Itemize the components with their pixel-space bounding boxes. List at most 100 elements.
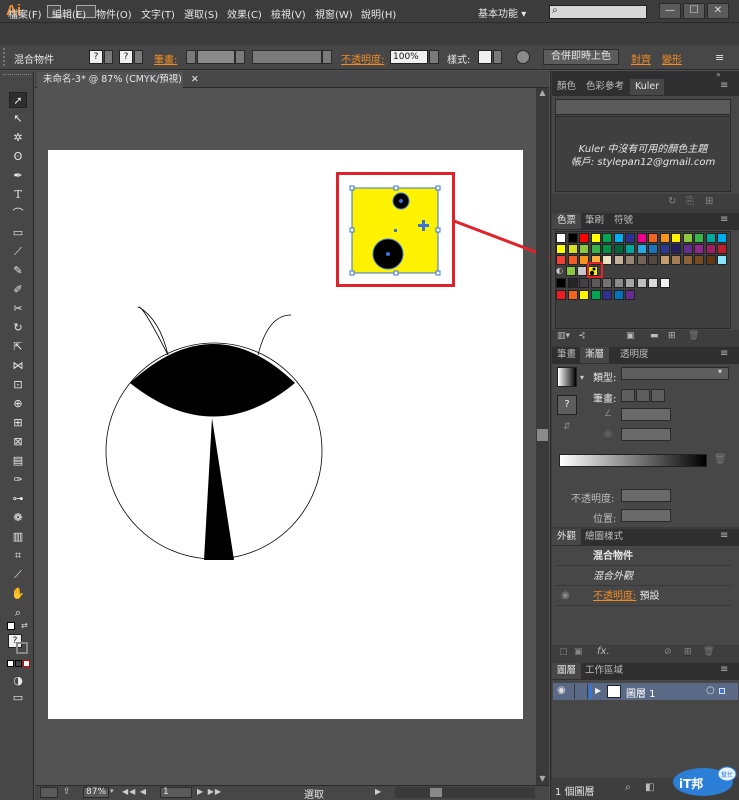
workspace-switcher[interactable]: 基本功能 ▾ [478, 5, 526, 20]
stroke-dropdown[interactable] [134, 50, 143, 64]
swatch-row2-1[interactable] [567, 244, 578, 254]
perspective-grid-tool-icon[interactable]: ⊞ [9, 415, 27, 431]
swatch-row5-4[interactable] [602, 278, 612, 288]
kuler-link-icon[interactable]: ⎘ [686, 196, 694, 207]
delete-stop-icon[interactable]: 🗑 [714, 454, 727, 465]
swatch-row1-10[interactable] [671, 233, 681, 243]
free-transform-tool-icon[interactable]: ⊡ [9, 377, 27, 393]
new-color-group-icon[interactable]: ▬ [650, 331, 659, 341]
tab-brushes[interactable]: 筆刷 [580, 213, 609, 229]
swatch-row2-14[interactable] [717, 244, 727, 254]
clear-appearance-icon[interactable]: ⊘ [664, 647, 672, 657]
make-clipping-mask-icon[interactable]: ◧ [645, 782, 654, 793]
hand-tool-icon[interactable]: ✋ [9, 586, 27, 602]
swatch-row3-9[interactable] [659, 255, 670, 265]
tab-transparency[interactable]: 透明度 [615, 347, 654, 363]
stroke-label[interactable]: 筆畫: [154, 51, 177, 66]
opacity-label[interactable]: 不透明度: [341, 51, 384, 66]
zoom-tool-icon[interactable]: ⌕ [9, 605, 27, 621]
swatch-row3-0[interactable] [556, 255, 566, 265]
swatch-row5-6[interactable] [625, 278, 635, 288]
swatch-row2-2[interactable] [579, 244, 589, 254]
menu-edit[interactable]: 編輯(E) [52, 6, 86, 21]
visibility-eye-icon[interactable]: ◉ [561, 590, 570, 601]
swatch-row5-3[interactable] [590, 278, 601, 288]
line-segment-tool-icon[interactable]: ⌒ [9, 206, 27, 222]
opacity-dropdown[interactable] [429, 50, 439, 64]
layer-selection-indicator[interactable] [719, 688, 725, 694]
delete-swatch-icon[interactable]: 🗑 [688, 331, 699, 341]
swatch-row1-3[interactable] [590, 233, 601, 243]
tab-close-icon[interactable]: ✕ [191, 74, 199, 85]
swatch-row2-13[interactable] [705, 244, 716, 254]
swatch-row5-2[interactable] [579, 278, 589, 288]
scroll-down-icon[interactable]: ▼ [537, 774, 548, 784]
swatch-row3-7[interactable] [636, 255, 647, 265]
swatch-row2-7[interactable] [636, 244, 647, 254]
swatch-row2-0[interactable] [556, 244, 566, 254]
menu-select[interactable]: 選取(S) [184, 6, 218, 21]
gradient-type-select[interactable] [621, 367, 729, 380]
document-tab[interactable]: 未命名-3* @ 87% (CMYK/預視) ✕ [37, 72, 199, 88]
swatch-row2-8[interactable] [648, 244, 658, 254]
pattern-swatch-2[interactable] [577, 266, 587, 276]
tab-graphic-styles[interactable]: 繪圖樣式 [580, 529, 628, 545]
kuler-add-icon[interactable]: ⊞ [705, 196, 713, 207]
menu-view[interactable]: 檢視(V) [271, 6, 306, 21]
lasso-tool-icon[interactable]: ʘ [9, 149, 27, 165]
delete-item-icon[interactable]: 🗑 [703, 647, 714, 657]
swatch-row6-1[interactable] [567, 290, 578, 300]
layer-visibility-icon[interactable]: ◉ [557, 685, 566, 696]
swatch-row6-0[interactable] [556, 290, 566, 300]
tab-symbols[interactable]: 符號 [609, 213, 638, 229]
swatches-menu-icon[interactable]: ≡ [720, 214, 728, 225]
none-mode-icon[interactable] [23, 660, 30, 667]
stroke-weight-field[interactable] [197, 50, 235, 64]
pencil-tool-icon[interactable]: ✎ [9, 263, 27, 279]
swatch-row3-5[interactable] [613, 255, 624, 265]
transform-link[interactable]: 變形 [662, 51, 682, 66]
swatch-row5-5[interactable] [613, 278, 624, 288]
align-link[interactable]: 對齊 [631, 51, 651, 66]
blob-brush-tool-icon[interactable]: ✐ [9, 282, 27, 298]
layer-expand-icon[interactable]: ▶ [595, 686, 601, 695]
swatch-row3-8[interactable] [648, 255, 658, 265]
width-tool-icon[interactable]: ⋈ [9, 358, 27, 374]
gradient-tool-icon[interactable]: ▤ [9, 453, 27, 469]
swatch-row5-1[interactable] [567, 278, 578, 288]
status-toggle-icon[interactable] [40, 787, 58, 798]
minimize-button[interactable]: — [659, 3, 681, 19]
layer-name[interactable]: 圖層 1 [626, 685, 656, 700]
blend-tool-icon[interactable]: ⊶ [9, 491, 27, 507]
swatch-row1-13[interactable] [705, 233, 716, 243]
symbol-sprayer-tool-icon[interactable]: ❁ [9, 510, 27, 526]
paintbrush-tool-icon[interactable]: ⟋ [9, 244, 27, 260]
swatch-row1-9[interactable] [659, 233, 670, 243]
swatch-row1-8[interactable] [648, 233, 658, 243]
fill-dropdown[interactable] [104, 50, 113, 64]
rotate-tool-icon[interactable]: ↻ [9, 320, 27, 336]
gradient-type-dropdown-icon[interactable]: ▾ [718, 367, 722, 376]
swatch-row1-4[interactable] [602, 233, 612, 243]
swatch-row3-4[interactable] [602, 255, 612, 265]
swatch-row5-0[interactable] [556, 278, 566, 288]
swatch-row1-5[interactable] [613, 233, 624, 243]
refresh-icon[interactable]: ↻ [668, 196, 676, 207]
shape-builder-tool-icon[interactable]: ⊕ [9, 396, 27, 412]
h-scroll-thumb[interactable] [430, 788, 442, 797]
stroke-gradient-option-2[interactable] [636, 389, 650, 402]
tab-swatches[interactable]: 色票 [552, 213, 582, 229]
swatch-row1-6[interactable] [625, 233, 635, 243]
locate-object-icon[interactable]: ⌕ [625, 782, 631, 793]
fx-button[interactable]: fx. [597, 646, 610, 657]
swatch-row3-6[interactable] [625, 255, 635, 265]
gradient-position-field[interactable] [621, 509, 671, 522]
recolor-artwork-icon[interactable] [516, 50, 530, 64]
tab-color-guide[interactable]: 色彩參考 [581, 79, 629, 95]
gradient-slider[interactable] [559, 454, 707, 467]
gradient-aspect-field[interactable] [621, 428, 671, 441]
gradient-fill-stroke-swatch[interactable]: ? [557, 395, 577, 415]
tab-appearance[interactable]: 外觀 [552, 529, 582, 545]
search-input[interactable]: ⌕ [549, 5, 647, 19]
scroll-up-icon[interactable]: ▲ [537, 88, 548, 98]
